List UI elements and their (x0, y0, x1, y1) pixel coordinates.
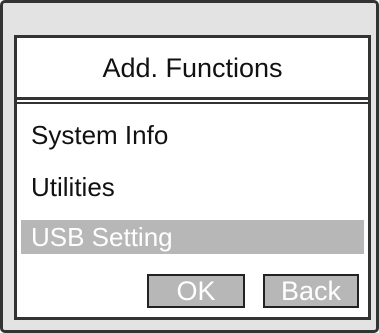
menu-item-system-info[interactable]: System Info (21, 118, 364, 152)
ok-button[interactable]: OK (147, 274, 245, 308)
menu-item-label: Utilities (31, 171, 115, 202)
menu-item-utilities[interactable]: Utilities (21, 170, 364, 204)
menu-item-usb-setting[interactable]: USB Setting (21, 220, 364, 254)
title-divider (17, 97, 368, 100)
back-button[interactable]: Back (263, 274, 359, 308)
title-divider-inner (17, 102, 368, 104)
page-title: Add. Functions (102, 52, 283, 83)
menu-item-label: System Info (31, 119, 169, 150)
menu-item-label: USB Setting (31, 221, 173, 252)
device-frame: Add. Functions System Info Utilities USB… (0, 0, 379, 333)
lcd-screen: Add. Functions System Info Utilities USB… (14, 35, 371, 320)
title-bar: Add. Functions (17, 38, 368, 98)
